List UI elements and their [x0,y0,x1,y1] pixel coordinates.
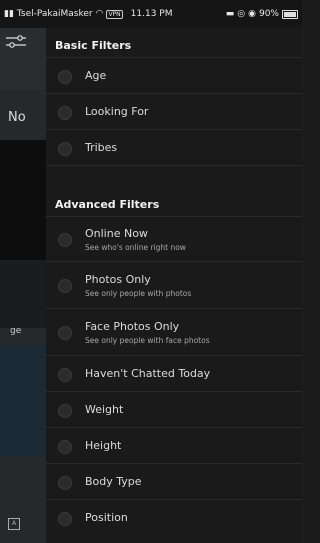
filter-row-online-now[interactable]: Online Now See who's online right now [46,217,302,262]
radio-toggle[interactable] [58,233,72,247]
filter-label: Online Now [85,227,148,240]
filter-panel: Basic Filters Age Looking For Tribes Adv… [46,28,302,543]
filter-subtitle: See only people with photos [85,289,192,298]
radio-toggle[interactable] [58,106,72,120]
battery-icon [282,9,298,19]
status-bar: ▮▮ Tsel-PakaiMasker ◠ VPN 11.13 PM ▬ ◎ ◉… [0,0,302,28]
filter-label: Haven't Chatted Today [85,367,211,380]
radio-toggle[interactable] [58,440,72,454]
radio-toggle[interactable] [58,512,72,526]
filter-label: Position [85,511,128,524]
filter-sliders-icon[interactable] [6,34,26,50]
radio-toggle[interactable] [58,279,72,293]
peek-profile-tile[interactable] [0,346,46,456]
filter-row-tribes[interactable]: Tribes [46,130,302,166]
peek-profile-tile[interactable] [0,140,46,260]
car-icon: ▬ [225,9,235,19]
peek-no-label: No [8,110,26,125]
alarm-icon: ◉ [248,9,256,19]
filter-label: Photos Only [85,273,151,286]
radio-toggle[interactable] [58,70,72,84]
peek-age-label: ge [10,326,22,336]
filter-label: Tribes [85,141,118,154]
status-right: ▬ ◎ ◉ 90% [226,9,298,19]
wifi-icon: ◠ [95,9,104,19]
signal-icon: ▮▮ [4,9,14,19]
advanced-filters-title: Advanced Filters [55,198,160,211]
radio-toggle[interactable] [58,326,72,340]
filter-row-face-photos-only[interactable]: Face Photos Only See only people with fa… [46,309,302,356]
radio-toggle[interactable] [58,476,72,490]
location-icon: ◎ [237,9,246,19]
filter-label: Looking For [85,105,149,118]
filter-label: Weight [85,403,124,416]
basic-filters-title: Basic Filters [55,39,132,52]
filter-label: Face Photos Only [85,320,180,333]
filter-label: Height [85,439,122,452]
filter-row-looking-for[interactable]: Looking For [46,94,302,130]
filter-subtitle: See only people with face photos [85,336,210,345]
filter-row-position[interactable]: Position [46,500,302,536]
radio-toggle[interactable] [58,404,72,418]
background-app-peek[interactable]: No ge A [0,28,46,543]
carrier-name: Tsel-PakaiMasker [16,9,93,19]
filter-row-body-type[interactable]: Body Type [46,464,302,500]
battery-percent: 90% [258,9,279,19]
peek-profile-tile[interactable] [0,260,46,328]
peek-tab-icon[interactable]: A [8,518,20,530]
filter-label: Body Type [85,475,142,488]
filter-label: Age [85,69,107,82]
status-left: ▮▮ Tsel-PakaiMasker ◠ VPN [4,9,123,19]
filter-row-height[interactable]: Height [46,428,302,464]
radio-toggle[interactable] [58,368,72,382]
filter-subtitle: See who's online right now [85,243,186,252]
radio-toggle[interactable] [58,142,72,156]
filter-row-photos-only[interactable]: Photos Only See only people with photos [46,262,302,309]
vpn-badge: VPN [106,9,123,19]
filter-row-havent-chatted[interactable]: Haven't Chatted Today [46,356,302,392]
status-time: 11.13 PM [130,9,173,19]
filter-row-age[interactable]: Age [46,58,302,94]
filter-row-weight[interactable]: Weight [46,392,302,428]
